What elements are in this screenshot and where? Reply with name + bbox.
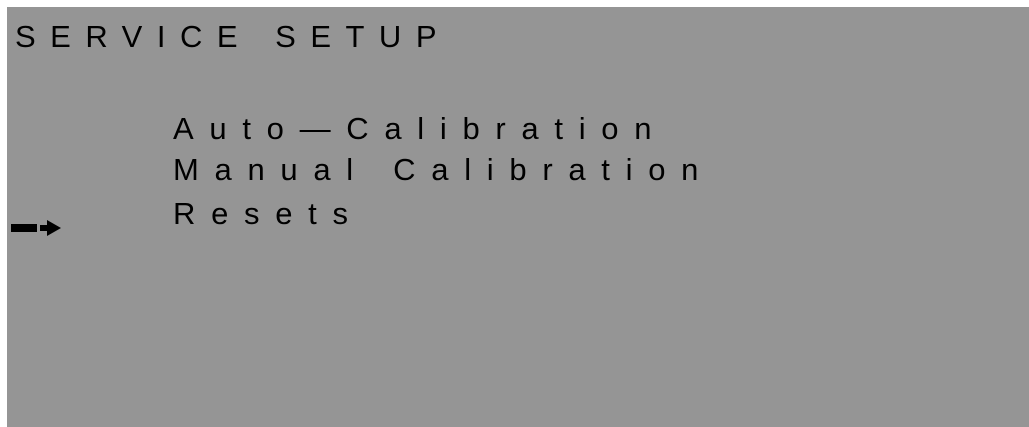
arrow-right-icon	[11, 220, 61, 236]
menu-item-label: Manual Calibration	[173, 152, 715, 187]
menu-item-label: Resets	[173, 196, 364, 231]
menu-item-label: Auto—Calibration	[173, 111, 668, 146]
service-menu: Auto—Calibration Manual Calibration Rese…	[7, 111, 1029, 264]
service-setup-screen: SERVICE SETUP Auto—Calibration Manual Ca…	[7, 7, 1029, 427]
menu-item-resets[interactable]: Resets	[7, 196, 1029, 264]
screen-title: SERVICE SETUP	[15, 19, 452, 54]
menu-item-manual-calibration[interactable]: Manual Calibration	[7, 152, 1029, 212]
